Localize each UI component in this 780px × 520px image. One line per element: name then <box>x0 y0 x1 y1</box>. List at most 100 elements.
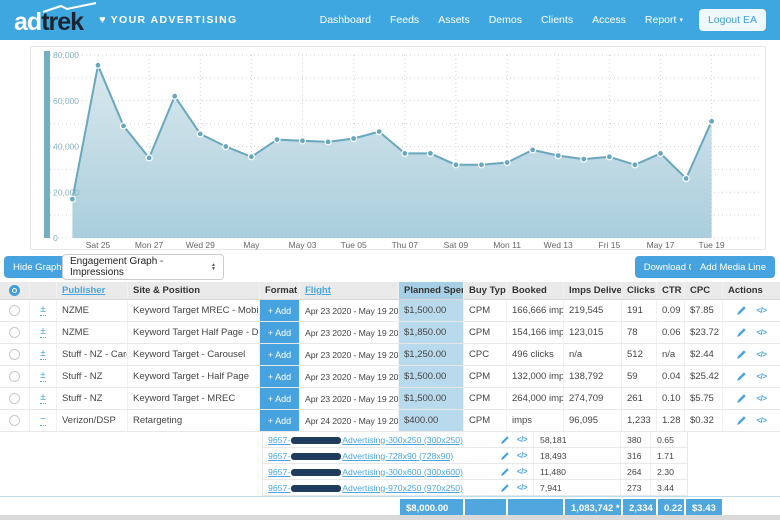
planned-spend-cell: $1,500.00 <box>399 366 464 387</box>
creative-link-prefix: 9657- <box>268 482 291 493</box>
creative-link[interactable]: 9657- Advertising-300x250 (300x250) <box>268 435 463 445</box>
publisher-cell: Stuff - NZ <box>57 388 128 409</box>
row-radio[interactable] <box>9 393 20 404</box>
edit-pencil-icon[interactable] <box>736 393 747 404</box>
embed-code-icon[interactable]: </> <box>517 435 528 444</box>
publisher-cell: NZME <box>57 322 128 343</box>
creative-clicks-cell: 273 <box>621 480 651 495</box>
ctr-cell: 0.10 <box>657 388 685 409</box>
row-radio[interactable] <box>9 371 20 382</box>
graph-type-select[interactable]: Engagement Graph - Impressions ▲ ▼ <box>62 254 224 280</box>
row-radio[interactable] <box>9 349 20 360</box>
col-header-flight-label[interactable]: Flight <box>305 285 331 296</box>
add-format-button[interactable]: + Add <box>260 344 299 365</box>
edit-pencil-icon[interactable] <box>736 349 747 360</box>
page-bottom-strip <box>0 515 780 520</box>
add-format-button[interactable]: + Add <box>260 410 299 431</box>
buy-type-cell: CPM <box>464 410 507 431</box>
edit-pencil-icon[interactable] <box>500 467 510 477</box>
expand-row-link[interactable]: ± <box>40 327 46 338</box>
expand-row-link[interactable]: ± <box>40 371 46 382</box>
nav-item-dashboard[interactable]: Dashboard <box>320 14 371 26</box>
col-header-ctr-label: CTR <box>662 285 682 296</box>
edit-pencil-icon[interactable] <box>736 327 747 338</box>
planned-spend-cell: $1,500.00 <box>399 300 464 321</box>
svg-text:80,000: 80,000 <box>53 50 79 60</box>
creative-link-prefix: 9657- <box>268 434 291 445</box>
site-position-cell: Keyword Target - MREC <box>128 388 260 409</box>
cpc-cell: $25.42 <box>685 366 723 387</box>
flight-cell: Apr 24 2020 - May 19 2020 <box>300 410 399 431</box>
add-media-line-button[interactable]: Add Media Line <box>690 256 775 278</box>
col-header-imps-delivered-label: Imps Delivered <box>569 285 622 296</box>
booked-cell: 154,166 imps <box>507 322 564 343</box>
expand-row-link[interactable]: ± <box>40 305 46 316</box>
embed-code-icon[interactable]: </> <box>517 483 528 492</box>
creative-link[interactable]: 9657- Advertising-728x90 (728x90) <box>268 451 453 461</box>
edit-pencil-icon[interactable] <box>736 415 747 426</box>
nav-item-assets[interactable]: Assets <box>438 14 470 26</box>
add-format-button[interactable]: + Add <box>260 322 299 343</box>
add-format-button[interactable]: + Add <box>260 300 299 321</box>
nav-item-report[interactable]: Report ▾ <box>645 14 683 26</box>
edit-pencil-icon[interactable] <box>736 371 747 382</box>
site-position-cell: Keyword Target - Half Page <box>128 366 260 387</box>
app-logo[interactable]: adtrek <box>14 2 97 36</box>
add-format-button[interactable]: + Add <box>260 366 299 387</box>
clicks-cell: 191 <box>622 300 657 321</box>
embed-code-icon[interactable]: </> <box>756 416 767 425</box>
add-format-button[interactable]: + Add <box>260 388 299 409</box>
hide-graph-button[interactable]: Hide Graph <box>4 256 71 278</box>
svg-text:Fri 15: Fri 15 <box>599 240 621 250</box>
creative-link[interactable]: 9657- Advertising-300x600 (300x600) <box>268 467 463 477</box>
redacted-text <box>291 484 342 492</box>
embed-code-icon[interactable]: </> <box>756 394 767 403</box>
nav-item-access[interactable]: Access <box>592 14 626 26</box>
creative-subrow: 9657- Advertising-970x250 (970x250) </> 7,9… <box>263 480 687 496</box>
edit-pencil-icon[interactable] <box>500 451 510 461</box>
nav-item-clients[interactable]: Clients <box>541 14 573 26</box>
svg-text:Mon 11: Mon 11 <box>493 240 521 250</box>
nav-item-feeds[interactable]: Feeds <box>390 14 419 26</box>
flight-cell: Apr 23 2020 - May 19 2020 <box>300 300 399 321</box>
creative-link-suffix: Advertising-970x250 (970x250) <box>342 482 463 493</box>
select-all-radio[interactable] <box>9 285 20 296</box>
table-row: ± NZMEKeyword Target Half Page - Desktop+… <box>0 322 780 344</box>
expand-row-link[interactable]: ± <box>40 349 46 360</box>
edit-pencil-icon[interactable] <box>736 305 747 316</box>
redacted-text <box>291 468 342 476</box>
publisher-cell: NZME <box>57 300 128 321</box>
nav-item-demos[interactable]: Demos <box>489 14 522 26</box>
booked-cell: 496 clicks <box>507 344 564 365</box>
clicks-cell: 512 <box>622 344 657 365</box>
row-radio[interactable] <box>9 327 20 338</box>
svg-text:Sat 25: Sat 25 <box>86 240 111 250</box>
edit-pencil-icon[interactable] <box>500 483 510 493</box>
logout-button[interactable]: Logout EA <box>698 9 766 31</box>
row-radio[interactable] <box>9 305 20 316</box>
col-header-publisher-label[interactable]: Publisher <box>62 285 105 296</box>
row-radio[interactable] <box>9 415 20 426</box>
creative-link[interactable]: 9657- Advertising-970x250 (970x250) <box>268 483 463 493</box>
tagline-text: YOUR ADVERTISING <box>110 14 238 26</box>
nav-item-label: Feeds <box>390 14 420 26</box>
embed-code-icon[interactable]: </> <box>756 328 767 337</box>
col-header-booked: Booked <box>507 282 564 299</box>
creative-link-suffix: Advertising-300x600 (300x600) <box>342 466 463 477</box>
svg-text:Wed 13: Wed 13 <box>544 240 573 250</box>
embed-code-icon[interactable]: </> <box>517 467 528 476</box>
nav-item-label: Report <box>644 14 677 26</box>
embed-code-icon[interactable]: </> <box>756 306 767 315</box>
creative-link-prefix: 9657- <box>268 450 291 461</box>
impressions-line-chart: 0 20,000 40,000 60,000 80,000 Sat 25 Mon 27 Wed… <box>44 50 760 250</box>
col-header-format: Format <box>260 282 300 299</box>
logo-text-ad: ad <box>14 8 42 36</box>
expand-row-link[interactable]: ± <box>40 393 46 404</box>
col-header-planned-spend: Planned Spend <box>399 282 464 299</box>
embed-code-icon[interactable]: </> <box>756 372 767 381</box>
edit-pencil-icon[interactable] <box>500 435 510 445</box>
ctr-cell: 0.04 <box>657 366 685 387</box>
expand-row-link[interactable]: − <box>40 415 46 426</box>
embed-code-icon[interactable]: </> <box>756 350 767 359</box>
embed-code-icon[interactable]: </> <box>517 451 528 460</box>
